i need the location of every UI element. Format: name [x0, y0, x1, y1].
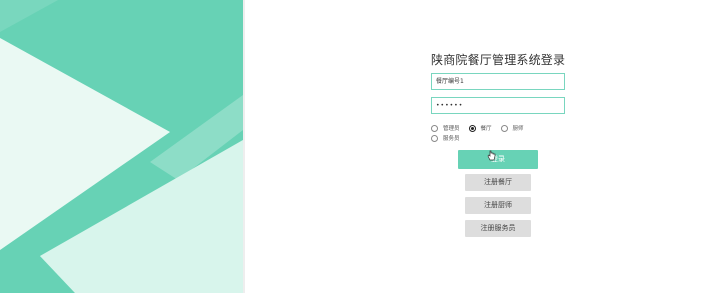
- radio-unchecked-icon: [431, 134, 438, 142]
- role-radio-restaurant[interactable]: 餐厅: [468, 124, 492, 132]
- role-radio-chef[interactable]: 厨师: [500, 124, 524, 132]
- decorative-background-panel: [0, 0, 243, 293]
- register-restaurant-button[interactable]: 注册餐厅: [465, 174, 531, 191]
- panel-divider: [243, 0, 245, 293]
- register-chef-button[interactable]: 注册厨师: [465, 197, 531, 214]
- role-radio-group-row2: 服务员: [431, 134, 469, 142]
- geometric-background-graphic: [0, 0, 243, 293]
- role-radio-group: 管理员 餐厅 厨师: [431, 124, 533, 132]
- radio-unchecked-icon: [500, 124, 508, 132]
- role-label-restaurant: 餐厅: [480, 126, 492, 132]
- role-label-chef: 厨师: [512, 126, 524, 132]
- radio-checked-icon: [468, 124, 476, 132]
- page-title: 陕商院餐厅管理系统登录: [431, 53, 566, 67]
- role-label-waiter: 服务员: [443, 136, 460, 142]
- login-button[interactable]: 登录: [458, 150, 538, 169]
- hand-cursor-icon: [487, 150, 496, 161]
- role-label-admin: 管理员: [443, 126, 460, 132]
- radio-unchecked-icon: [431, 124, 438, 132]
- role-radio-waiter[interactable]: 服务员: [431, 134, 460, 142]
- username-input[interactable]: 餐厅编号1: [431, 73, 565, 90]
- password-input[interactable]: ••••••: [431, 97, 565, 114]
- register-waiter-button[interactable]: 注册服务员: [465, 220, 531, 237]
- role-radio-admin[interactable]: 管理员: [431, 124, 460, 132]
